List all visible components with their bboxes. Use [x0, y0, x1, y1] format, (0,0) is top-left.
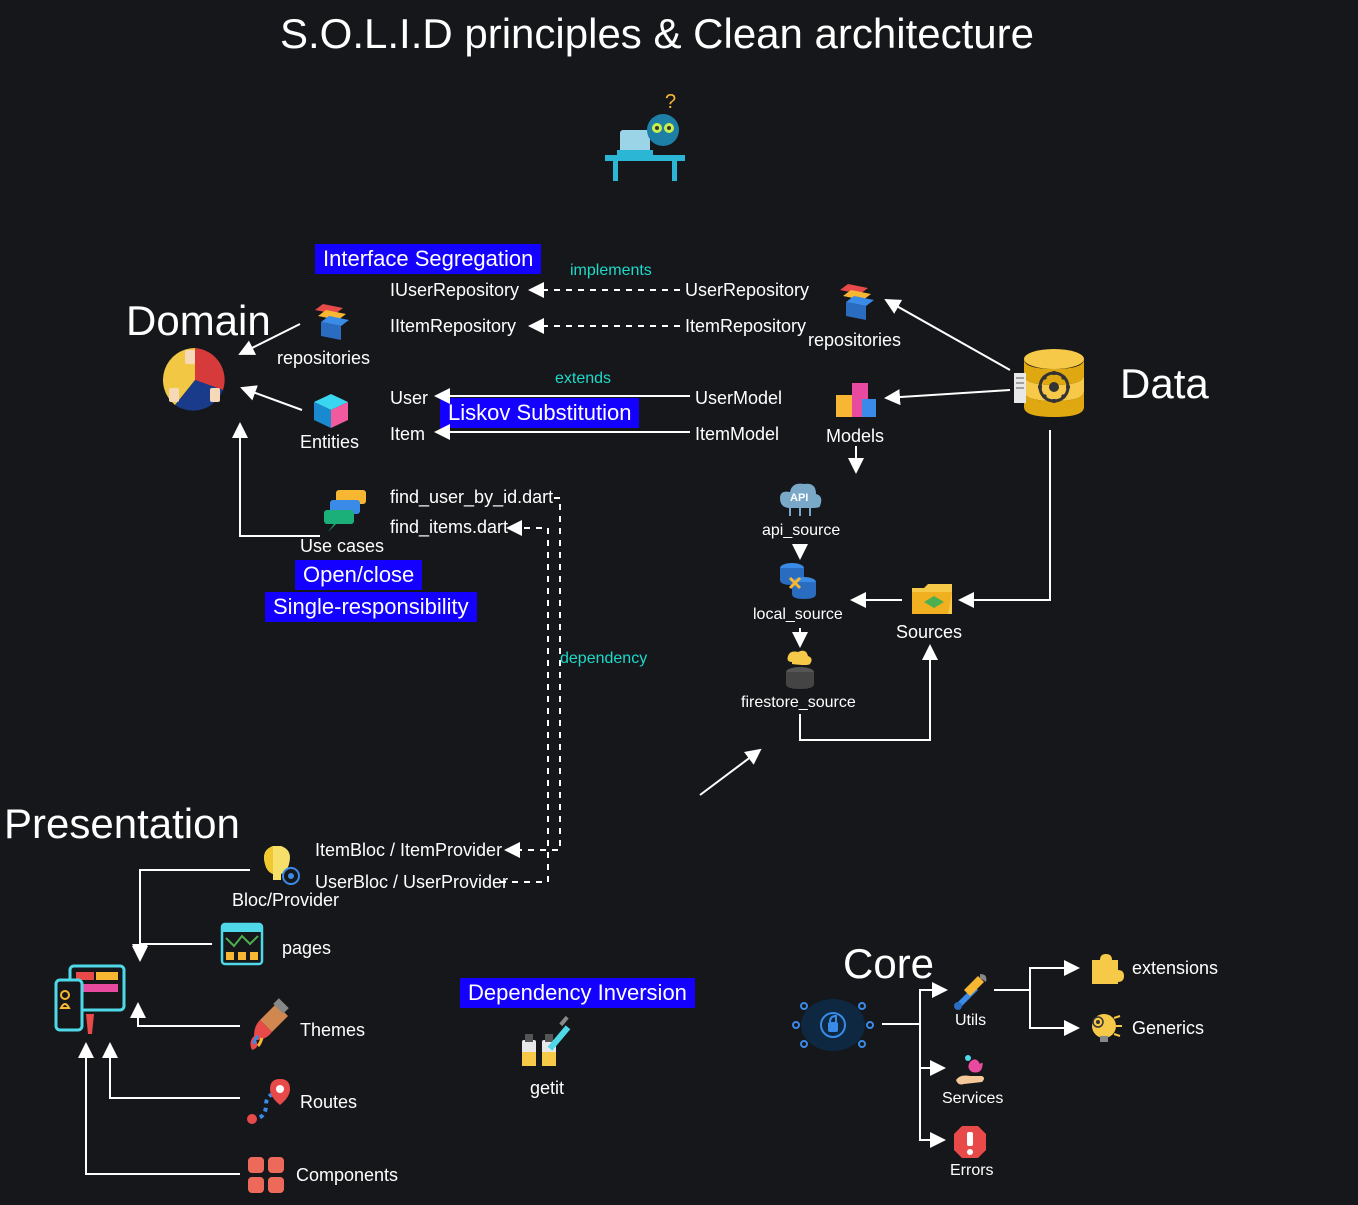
- arrows-overlay: [0, 0, 1358, 1205]
